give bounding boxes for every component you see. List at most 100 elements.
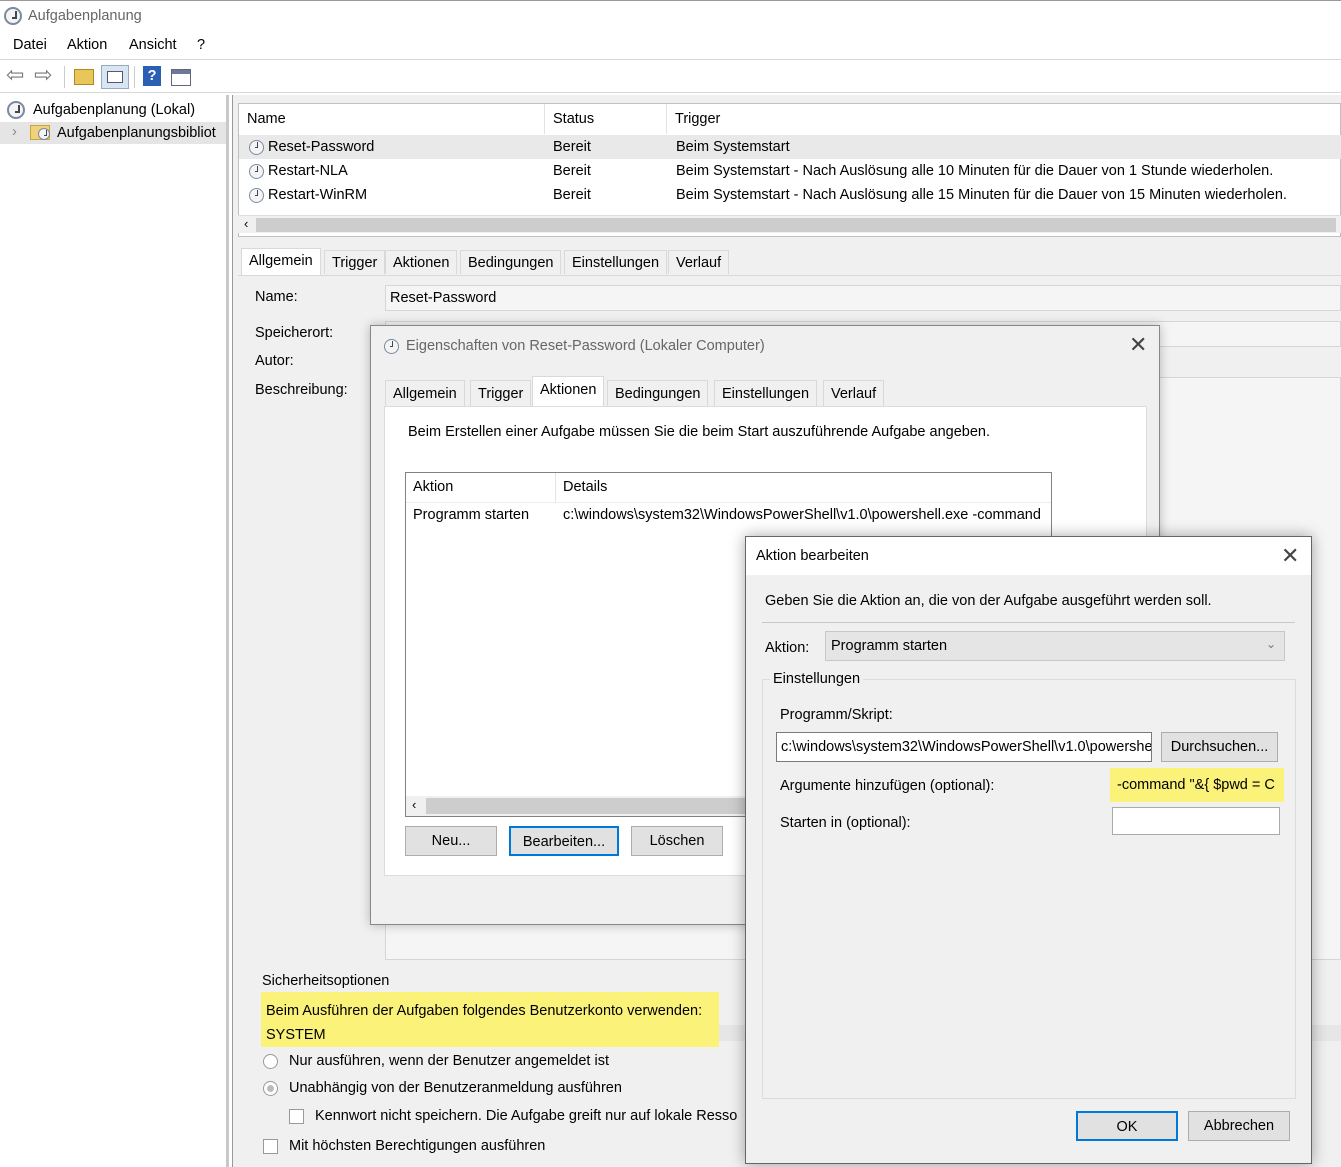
properties-dialog-title: Eigenschaften von Reset-Password (Lokale… <box>406 338 765 354</box>
table-row[interactable]: Reset-Password Bereit Beim Systemstart <box>239 135 1341 159</box>
show-hide-console-tree-icon[interactable] <box>101 65 129 89</box>
column-name[interactable]: Name <box>239 104 545 134</box>
description-label: Beschreibung: <box>255 382 348 398</box>
close-icon[interactable]: ✕ <box>1281 544 1299 569</box>
checkbox-highest-label: Mit höchsten Berechtigungen ausführen <box>289 1138 546 1154</box>
radio-independent-label: Unabhängig von der Benutzeranmeldung aus… <box>289 1080 622 1096</box>
action-type-selected: Programm starten <box>831 638 948 654</box>
edit-action-dialog: Aktion bearbeiten ✕ Geben Sie die Aktion… <box>745 536 1312 1164</box>
menu-bar: Datei Aktion Ansicht ? <box>0 32 1341 59</box>
task-name: Restart-WinRM <box>268 187 368 203</box>
new-button[interactable]: Neu... <box>405 826 497 856</box>
table-row[interactable]: Restart-WinRM Bereit Beim Systemstart - … <box>239 183 1341 207</box>
task-icon <box>249 164 264 179</box>
actions-intro: Beim Erstellen einer Aufgabe müssen Sie … <box>408 424 990 440</box>
task-name: Restart-NLA <box>268 163 348 179</box>
dlg-tab-trigger[interactable]: Trigger <box>470 380 532 406</box>
menu-ansicht[interactable]: Ansicht <box>129 37 177 53</box>
tab-verlauf[interactable]: Verlauf <box>668 250 730 274</box>
checkbox-no-password-label: Kennwort nicht speichern. Die Aufgabe gr… <box>315 1108 738 1124</box>
cancel-button[interactable]: Abbrechen <box>1188 1111 1290 1141</box>
chevron-down-icon: ⌄ <box>1265 637 1276 651</box>
task-status: Bereit <box>553 187 591 203</box>
column-status[interactable]: Status <box>545 104 667 134</box>
column-details[interactable]: Details <box>563 479 607 495</box>
menu-datei[interactable]: Datei <box>13 37 47 53</box>
action-type: Programm starten <box>413 507 530 523</box>
dlg-tab-verlauf[interactable]: Verlauf <box>823 380 885 406</box>
account-label: Beim Ausführen der Aufgaben folgendes Be… <box>266 1003 703 1019</box>
column-aktion[interactable]: Aktion <box>413 479 453 495</box>
scroll-left-icon[interactable]: ‹ <box>412 797 416 812</box>
tab-aktionen[interactable]: Aktionen <box>385 250 458 274</box>
ok-button[interactable]: OK <box>1076 1111 1178 1141</box>
task-status: Bereit <box>553 163 591 179</box>
scrollbar-thumb[interactable] <box>426 798 746 814</box>
tab-trigger[interactable]: Trigger <box>324 250 386 274</box>
tree-expander-icon[interactable]: › <box>12 124 17 140</box>
table-row[interactable]: Restart-NLA Bereit Beim Systemstart - Na… <box>239 159 1341 183</box>
checkbox-highest[interactable] <box>263 1139 278 1154</box>
task-trigger: Beim Systemstart - Nach Auslösung alle 1… <box>676 163 1274 179</box>
start-in-label: Starten in (optional): <box>780 815 911 831</box>
tab-einstellungen[interactable]: Einstellungen <box>564 250 668 274</box>
name-label: Name: <box>255 289 298 305</box>
action-type-label: Aktion: <box>765 640 810 656</box>
start-in-input[interactable] <box>1112 807 1280 835</box>
task-scheduler-app-icon <box>4 7 22 25</box>
radio-logged-on[interactable] <box>263 1054 278 1069</box>
action-details: c:\windows\system32\WindowsPowerShell\v1… <box>563 507 1041 523</box>
delete-button[interactable]: Löschen <box>631 826 723 856</box>
highlight-account <box>261 992 719 1047</box>
separator <box>762 622 1295 623</box>
arguments-label: Argumente hinzufügen (optional): <box>780 778 995 794</box>
tree-item-root[interactable]: Aufgabenplanung (Lokal) <box>0 99 229 121</box>
tree-item-library[interactable]: › Aufgabenplanungsbibliot <box>0 122 226 144</box>
dlg-tab-aktionen[interactable]: Aktionen <box>532 376 605 407</box>
location-label: Speicherort: <box>255 325 334 341</box>
checkbox-no-password[interactable] <box>289 1109 304 1124</box>
task-trigger: Beim Systemstart <box>676 139 790 155</box>
menu-aktion[interactable]: Aktion <box>67 37 107 53</box>
dlg-tab-allgemein[interactable]: Allgemein <box>385 380 465 406</box>
edit-button[interactable]: Bearbeiten... <box>509 826 619 856</box>
browse-button[interactable]: Durchsuchen... <box>1161 732 1278 762</box>
console-tree: Aufgabenplanung (Lokal) › Aufgabenplanun… <box>0 95 229 1167</box>
column-trigger[interactable]: Trigger <box>667 104 1341 134</box>
action-type-select[interactable]: Programm starten ⌄ <box>825 631 1285 661</box>
task-status: Bereit <box>553 139 591 155</box>
radio-logged-on-label: Nur ausführen, wenn der Benutzer angemel… <box>289 1053 609 1069</box>
task-list-horizontal-scrollbar[interactable]: ‹ <box>238 215 1341 233</box>
clock-overlay-icon <box>38 128 50 140</box>
help-icon[interactable]: ? <box>143 66 161 86</box>
scroll-left-icon[interactable]: ‹ <box>244 216 248 231</box>
tree-root-label: Aufgabenplanung (Lokal) <box>33 102 196 118</box>
dialog-clock-icon <box>384 339 399 354</box>
name-field[interactable]: Reset-Password <box>385 285 1341 311</box>
program-label: Programm/Skript: <box>780 707 893 723</box>
radio-independent[interactable] <box>263 1081 278 1096</box>
forward-icon[interactable]: ⇨ <box>34 62 52 87</box>
tree-library-label: Aufgabenplanungsbibliot <box>57 125 216 141</box>
folder-icon <box>30 125 50 140</box>
account-value: SYSTEM <box>266 1027 326 1043</box>
tab-allgemein[interactable]: Allgemein <box>241 248 321 275</box>
author-label: Autor: <box>255 353 294 369</box>
arguments-input[interactable]: -command "&{ $pwd = C <box>1112 770 1282 800</box>
back-icon[interactable]: ⇦ <box>6 62 24 87</box>
menu-help[interactable]: ? <box>197 37 205 53</box>
properties-icon[interactable] <box>171 69 191 86</box>
settings-group-label: Einstellungen <box>770 671 864 687</box>
folder-up-icon[interactable] <box>74 69 94 85</box>
scrollbar-thumb[interactable] <box>256 218 1336 232</box>
dlg-tab-bedingungen[interactable]: Bedingungen <box>607 380 709 406</box>
close-icon[interactable]: ✕ <box>1129 333 1147 358</box>
edit-dialog-title: Aktion bearbeiten <box>756 548 869 564</box>
tab-bedingungen[interactable]: Bedingungen <box>460 250 562 274</box>
dlg-tab-einstellungen[interactable]: Einstellungen <box>714 380 818 406</box>
task-name: Reset-Password <box>268 139 375 155</box>
task-icon <box>249 140 264 155</box>
program-input[interactable]: c:\windows\system32\WindowsPowerShell\v1… <box>776 732 1152 762</box>
title-bar: Aufgabenplanung <box>0 0 1341 32</box>
table-row[interactable]: Programm starten c:\windows\system32\Win… <box>406 503 1051 529</box>
